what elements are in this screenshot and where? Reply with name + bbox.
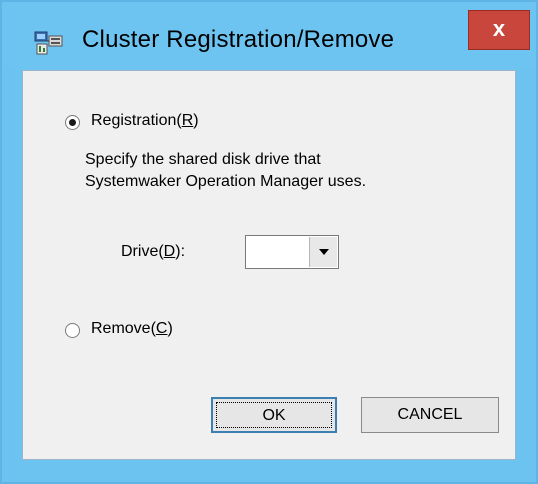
title-bar[interactable]: Cluster Registration/Remove x [2,2,536,70]
window-title: Cluster Registration/Remove [82,26,395,53]
chevron-down-icon[interactable] [309,237,337,267]
registration-label[interactable]: Registration(R) [91,112,199,130]
registration-mnemonic: R [181,112,194,129]
drive-select[interactable] [245,235,339,269]
cluster-config-icon [34,31,63,55]
dialog-client-area: Registration(R) Specify the shared disk … [22,70,516,460]
remove-label[interactable]: Remove(C) [91,320,173,338]
registration-description-line1: Specify the shared disk drive that [85,151,321,168]
drive-mnemonic: D [163,243,176,260]
registration-label-text: Registration( [91,112,182,129]
close-icon: x [492,16,506,41]
registration-radio[interactable] [65,115,80,130]
remove-mnemonic: C [155,320,168,337]
cancel-button-label: CANCEL [397,406,463,423]
remove-radio[interactable] [65,323,80,338]
registration-label-suffix: ) [193,112,199,129]
cancel-button[interactable]: CANCEL [361,397,499,433]
registration-description-line2: Systemwaker Operation Manager uses. [85,173,367,190]
ok-button[interactable]: OK [211,397,337,433]
remove-label-text: Remove( [91,320,156,337]
drive-label-text: Drive( [121,243,164,260]
drive-label-suffix: ): [175,243,186,260]
remove-label-suffix: ) [167,320,173,337]
dialog-window: Cluster Registration/Remove x Registrati… [0,0,538,484]
focus-rectangle [216,402,332,428]
close-button[interactable]: x [468,10,530,50]
drive-label: Drive(D): [121,243,185,261]
